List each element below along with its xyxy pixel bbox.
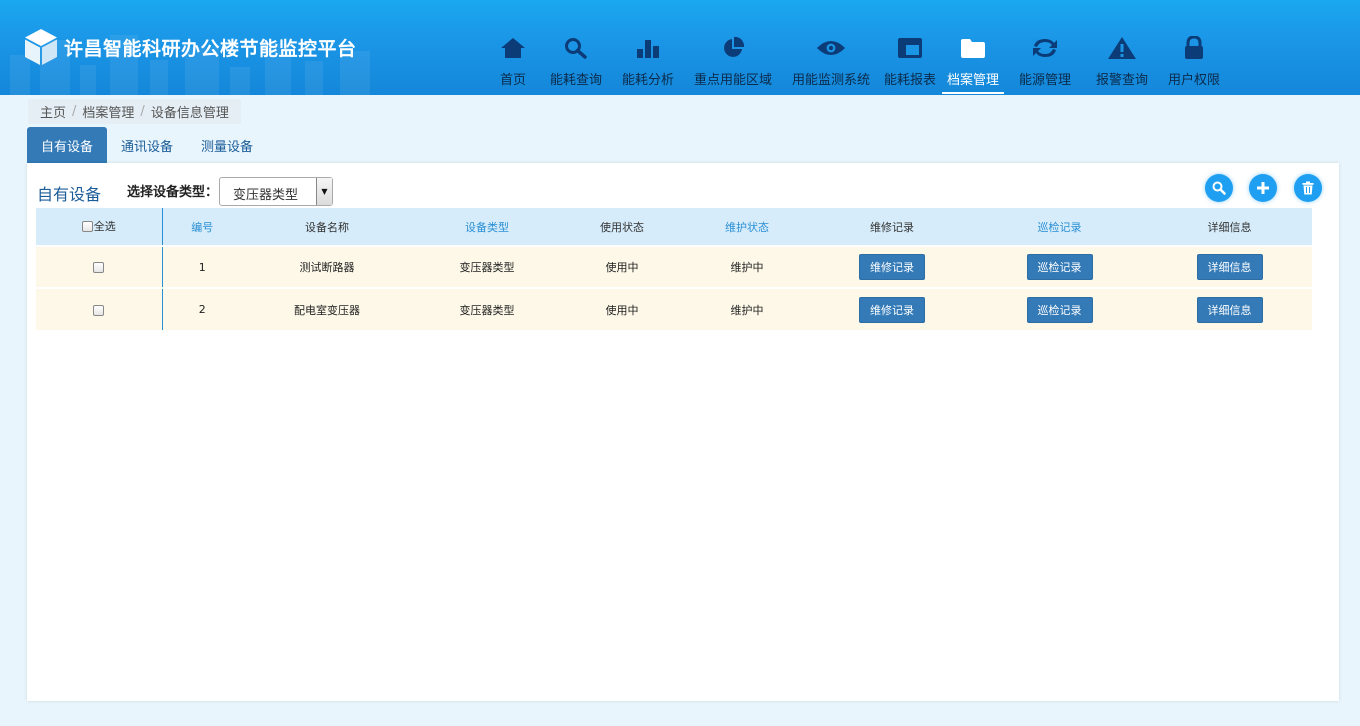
nav-item-energy-mgmt[interactable]: 能源管理 [1004,0,1086,95]
tab-measure-devices[interactable]: 测量设备 [187,127,267,163]
select-all-label: 全选 [93,220,116,234]
delete-button[interactable] [1294,174,1322,202]
nav-label: 重点用能区域 [693,73,772,88]
bar-chart-icon [633,35,663,61]
home-icon [498,35,528,61]
search-icon [561,35,591,61]
nav-label: 能耗查询 [549,73,602,88]
cell-use-status: 使用中 [562,287,682,330]
eye-icon [816,35,846,61]
col-detail: 详细信息 [1147,208,1312,246]
cell-maint-status: 维护中 [682,287,812,330]
nav-item-monitoring[interactable]: 用能监测系统 [784,0,878,95]
search-icon [1212,181,1226,195]
device-type-label: 选择设备类型： [127,185,219,200]
breadcrumb-current: 设备信息管理 [150,106,229,121]
cell-detail: 详细信息 [1147,245,1312,288]
col-use-status: 使用状态 [562,208,682,246]
warning-icon [1107,35,1137,61]
nav-label: 报警查询 [1095,73,1148,88]
cell-name: 配电室变压器 [242,287,412,330]
nav-item-key-areas[interactable]: 重点用能区域 [682,0,784,95]
nav-label: 能源管理 [1018,73,1071,88]
nav-label: 能耗报表 [883,73,936,88]
col-maint-status[interactable]: 维护状态 [682,208,812,246]
pie-chart-icon [718,35,748,61]
select-all-cell: 全选 [36,208,163,246]
cell-type: 变压器类型 [412,287,562,330]
cell-detail: 详细信息 [1147,287,1312,330]
cell-type: 变压器类型 [412,245,562,288]
cell-id: 1 [162,245,242,288]
nav-item-home[interactable]: 首页 [488,0,538,95]
select-all-checkbox[interactable] [81,220,93,232]
device-type-value: 变压器类型 [233,188,299,203]
tab-bar: 自有设备 通讯设备 测量设备 [27,127,267,163]
table-row: 2 配电室变压器 变压器类型 使用中 维护中 维修记录 巡检记录 详细信息 [36,287,1312,330]
row-checkbox[interactable] [93,262,105,273]
breadcrumb-separator: / [140,104,145,119]
col-id[interactable]: 编号 [162,208,242,246]
breadcrumb-separator: / [72,104,77,119]
app-title: 许昌智能科研办公楼节能监控平台 [64,37,357,60]
breadcrumb: 主页 / 档案管理 / 设备信息管理 [28,99,241,124]
inspection-record-button[interactable]: 巡检记录 [1026,254,1093,280]
device-table: 全选 编号 设备名称 设备类型 使用状态 维护状态 维修记录 巡检记录 详细信息… [36,208,1312,330]
panel-title: 自有设备 [37,185,102,204]
cube-logo-icon [25,29,57,65]
brand: 许昌智能科研办公楼节能监控平台 [24,28,357,66]
nav-item-energy-analysis[interactable]: 能耗分析 [614,0,682,95]
tab-own-devices[interactable]: 自有设备 [27,127,108,163]
cell-use-status: 使用中 [562,245,682,288]
lock-icon [1179,35,1209,61]
detail-info-button[interactable]: 详细信息 [1196,254,1263,280]
nav-label: 用户权限 [1167,73,1220,88]
nav-item-archives[interactable]: 档案管理 [942,0,1004,95]
trash-icon [1302,181,1314,195]
cell-maint-status: 维护中 [682,245,812,288]
content-panel: 自有设备 选择设备类型： 变压器类型 ▼ 全选 编号 设备名称 设备类型 使用状… [27,163,1339,701]
nav-label: 能耗分析 [621,73,674,88]
cell-id: 2 [162,287,242,330]
refresh-icon [1030,35,1060,61]
col-inspect[interactable]: 巡检记录 [972,208,1147,246]
row-select-cell [36,245,163,288]
nav-label: 档案管理 [946,73,999,88]
nav-item-alarms[interactable]: 报警查询 [1086,0,1158,95]
cell-name: 测试断路器 [242,245,412,288]
col-type[interactable]: 设备类型 [412,208,562,246]
top-header: 许昌智能科研办公楼节能监控平台 首页 能耗查询 能耗分析 重点用能区域 用能监测… [0,0,1360,95]
table-row: 1 测试断路器 变压器类型 使用中 维护中 维修记录 巡检记录 详细信息 [36,245,1312,288]
cell-inspect: 巡检记录 [972,287,1147,330]
row-select-cell [36,287,163,330]
breadcrumb-home[interactable]: 主页 [40,102,66,121]
nav-label: 用能监测系统 [791,73,870,88]
cell-repair: 维修记录 [812,245,972,288]
table-icon [895,35,925,61]
repair-record-button[interactable]: 维修记录 [859,296,925,323]
nav-label: 首页 [499,73,526,88]
plus-icon [1257,182,1269,194]
main-nav: 首页 能耗查询 能耗分析 重点用能区域 用能监测系统 能耗报表 档案管理 能源管… [488,0,1230,95]
cell-repair: 维修记录 [812,287,972,330]
breadcrumb-archives[interactable]: 档案管理 [82,102,134,121]
row-checkbox[interactable] [93,304,105,316]
table-header-row: 全选 编号 设备名称 设备类型 使用状态 维护状态 维修记录 巡检记录 详细信息 [36,208,1312,246]
nav-item-reports[interactable]: 能耗报表 [878,0,942,95]
col-name: 设备名称 [242,208,412,246]
add-button[interactable] [1249,174,1277,202]
col-repair: 维修记录 [812,208,972,246]
inspection-record-button[interactable]: 巡检记录 [1026,296,1093,323]
nav-item-energy-query[interactable]: 能耗查询 [538,0,614,95]
repair-record-button[interactable]: 维修记录 [859,254,925,280]
device-type-select[interactable]: 变压器类型 ▼ [219,177,333,206]
search-button[interactable] [1205,174,1233,202]
nav-item-user-permissions[interactable]: 用户权限 [1158,0,1230,95]
folder-icon [958,35,988,61]
tab-comm-devices[interactable]: 通讯设备 [107,127,187,163]
cell-inspect: 巡检记录 [972,245,1147,288]
detail-info-button[interactable]: 详细信息 [1196,296,1263,323]
chevron-down-icon[interactable]: ▼ [316,178,332,205]
